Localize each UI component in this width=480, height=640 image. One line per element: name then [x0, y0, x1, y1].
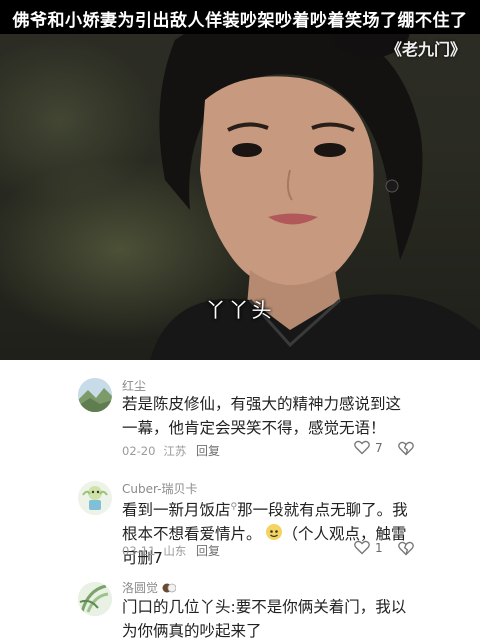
- comment-meta: 03-11 山东: [122, 543, 194, 559]
- like-button[interactable]: 7: [354, 440, 383, 455]
- broken-heart-icon: [398, 441, 414, 456]
- comment-date: 02-20: [122, 444, 156, 458]
- avatar[interactable]: [78, 582, 112, 616]
- username-text: 洛圆觉: [122, 581, 159, 595]
- comment-location: 江苏: [163, 444, 187, 458]
- reply-button[interactable]: 回复: [196, 542, 220, 559]
- comment-meta: 02-20 江苏: [122, 443, 194, 459]
- avatar[interactable]: [78, 378, 112, 412]
- video-caption: 佛爷和小娇妻为引出敌人佯装吵架吵着吵着笑场了绷不住了: [12, 11, 468, 31]
- heart-icon: [354, 440, 370, 455]
- video-watermark: 《老九门》: [385, 40, 466, 59]
- video-player[interactable]: 佛爷和小娇妻为引出敌人佯装吵架吵着吵着笑场了绷不住了 《老九门》 丫丫头: [0, 0, 480, 360]
- comment-location: 山东: [163, 544, 187, 558]
- video-subtitle: 丫丫头: [205, 298, 275, 322]
- like-button[interactable]: 1: [354, 540, 383, 555]
- dislike-button[interactable]: [398, 541, 414, 556]
- comment-text: 门口的几位丫头:要不是你俩关着门，我以为你俩真的吵起来了: [122, 598, 407, 640]
- dislike-button[interactable]: [398, 441, 414, 456]
- comment-text: 若是陈皮修仙，有强大的精神力感说到这一幕，他肯定会哭笑不得，感觉无语！: [122, 395, 402, 437]
- like-count: 1: [375, 540, 383, 555]
- comment-date: 03-11: [122, 544, 156, 558]
- broken-heart-icon: [398, 541, 414, 556]
- avatar[interactable]: [78, 481, 112, 515]
- grin-emoji-icon: [266, 524, 283, 540]
- heart-icon: [354, 540, 370, 555]
- reply-button[interactable]: 回复: [196, 442, 220, 459]
- comment-text-part: 看到一新月饭店: [122, 501, 231, 519]
- like-count: 7: [375, 440, 383, 455]
